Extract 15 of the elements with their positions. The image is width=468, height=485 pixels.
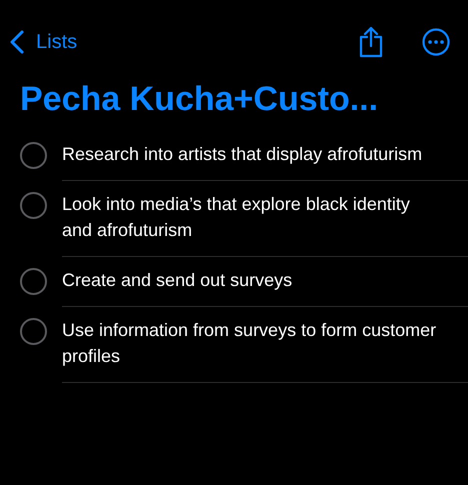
reminder-text: Create and send out surveys — [62, 269, 294, 292]
reminder-text: Look into media’s that explore black identity and afrofuturism — [62, 193, 411, 242]
reminder-checkbox[interactable] — [20, 318, 47, 345]
reminder-checkbox[interactable] — [20, 192, 47, 219]
back-link[interactable]: Lists — [10, 27, 78, 57]
chevron-left-icon — [10, 30, 24, 54]
reminder-checkbox[interactable] — [20, 142, 47, 169]
more-icon — [422, 28, 450, 56]
reminder-text: Research into artists that display afrofuturism — [62, 143, 424, 166]
reminder-text: Use information from surveys to form customer profiles — [62, 319, 438, 368]
share-button[interactable] — [358, 26, 384, 58]
more-button[interactable] — [422, 28, 450, 56]
list-title: Pecha Kucha+Custo... — [20, 79, 380, 120]
share-icon — [358, 26, 384, 58]
reminder-checkbox[interactable] — [20, 268, 47, 295]
